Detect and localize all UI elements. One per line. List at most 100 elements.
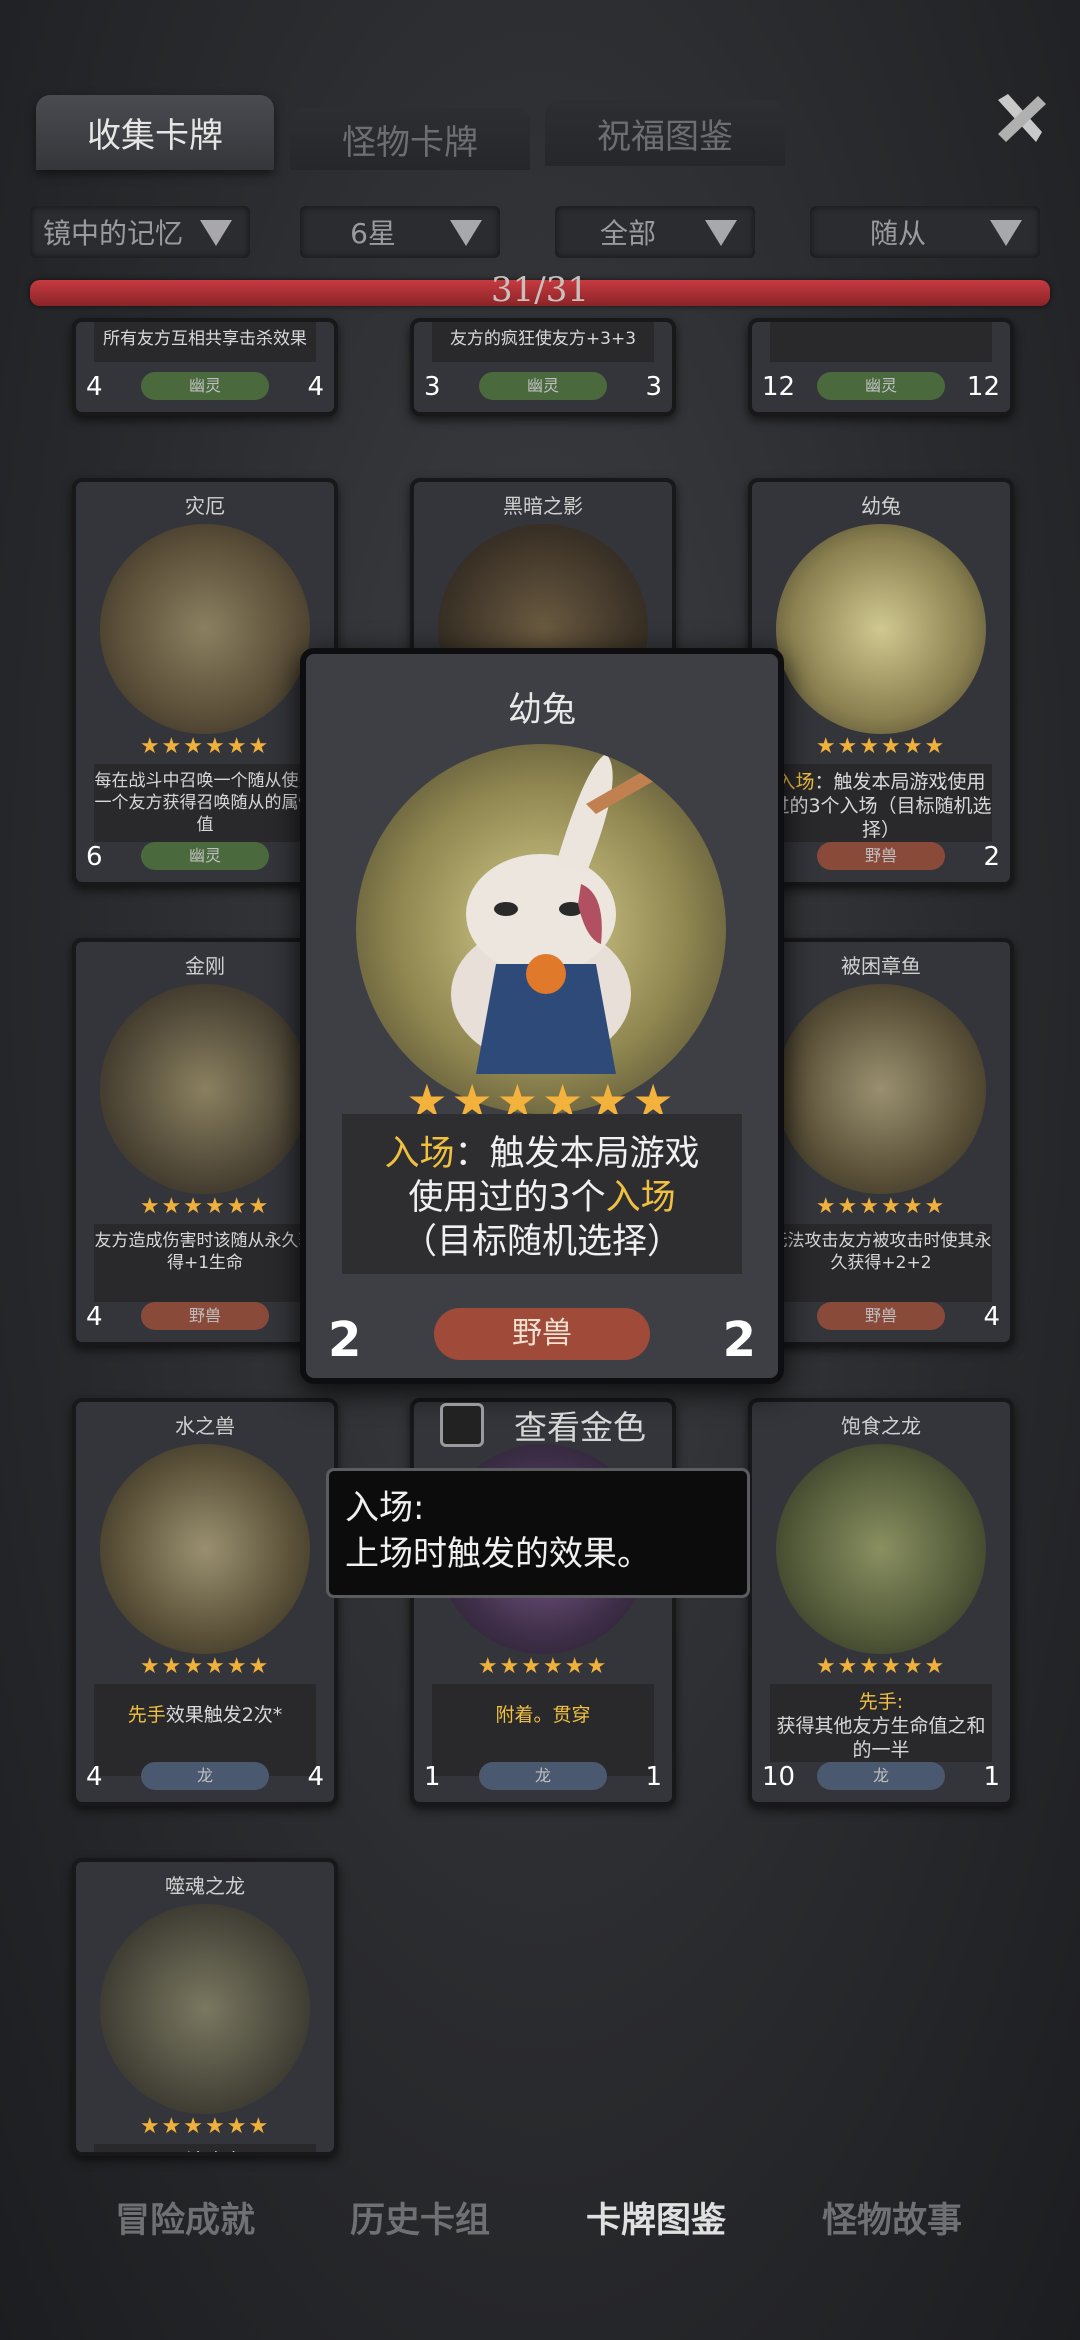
card-partial[interactable]: 12 幽灵 12 xyxy=(748,318,1014,416)
card-kingkong[interactable]: 金刚 ★★★★★★ 友方造成伤害时该随从永久获得+1生命 4 野兽 4 xyxy=(72,938,338,1346)
card-hp: 1 xyxy=(645,1762,662,1792)
tooltip-title: 入场: xyxy=(345,1488,425,1528)
filter-label: 镜中的记忆 xyxy=(42,217,183,250)
card-tribe: 龙 xyxy=(141,1762,269,1790)
card-hp: 1 xyxy=(983,1762,1000,1792)
card-art xyxy=(776,984,986,1194)
card-title: 噬魂之龙 xyxy=(165,1874,245,1898)
tab-label: 收集卡牌 xyxy=(87,116,223,156)
close-icon[interactable] xyxy=(990,88,1050,148)
featured-title: 幼兔 xyxy=(508,690,576,730)
featured-cost: 2 xyxy=(328,1312,362,1368)
tab-collect-cards[interactable]: 收集卡牌 xyxy=(36,95,274,170)
card-partial[interactable]: 友方的疯狂使友方+3+3 3 幽灵 3 xyxy=(410,318,676,416)
filter-label: 全部 xyxy=(599,217,656,250)
collection-progress-bar: 31/31 xyxy=(30,270,1050,310)
card-stars: ★★★★★★ xyxy=(815,1654,947,1679)
card-cost: 3 xyxy=(424,372,441,402)
card-desc-text: 获得其他友方生命值之和的一半 xyxy=(776,1715,986,1761)
tooltip-body: 上场时触发的效果。 xyxy=(345,1534,651,1574)
view-gold-toggle[interactable]: 查看金色 xyxy=(440,1400,680,1450)
card-stars: ★★★★★★ xyxy=(815,734,947,759)
featured-desc: 入场：触发本局游戏 使用过的3个入场 （目标随机选择） xyxy=(342,1114,742,1274)
card-stars: ★★★★★★ xyxy=(139,1654,271,1679)
card-water-beast[interactable]: 水之兽 ★★★★★★ 先手效果触发2次* 4 龙 4 xyxy=(72,1398,338,1806)
card-art xyxy=(100,1444,310,1654)
featured-desc-line: （目标随机选择） xyxy=(401,1222,682,1262)
filter-stars[interactable]: 6星 xyxy=(300,206,500,258)
card-desc: 友方的疯狂使友方+3+3 xyxy=(432,322,654,362)
card-art xyxy=(100,1904,310,2114)
card-hp: 4 xyxy=(307,372,324,402)
bottom-nav: 冒险成就 历史卡组 卡牌图鉴 怪物故事 xyxy=(0,2160,1080,2280)
featured-desc-line: 入场：触发本局游戏 xyxy=(342,1132,742,1176)
nav-adventure-achievements[interactable]: 冒险成就 xyxy=(115,2192,255,2243)
card-hp: 3 xyxy=(645,372,662,402)
featured-card[interactable]: 幼兔 ★★★★★★ 入场：触发本局游戏 使用过的3个入场 （目标随机选择） 2 … xyxy=(300,648,784,1384)
card-desc: 入场：触发本局游戏使用过的3个入场（目标随机选择） xyxy=(770,764,992,842)
card-young-rabbit[interactable]: 幼兔 ★★★★★★ 入场：触发本局游戏使用过的3个入场（目标随机选择） 2 野兽… xyxy=(748,478,1014,886)
card-stars: ★★★★★★ xyxy=(139,1194,271,1219)
card-tribe: 幽灵 xyxy=(141,842,269,870)
tab-monster-cards[interactable]: 怪物卡牌 xyxy=(290,108,530,170)
card-title: 水之兽 xyxy=(175,1414,235,1438)
tab-blessing-gallery[interactable]: 祝福图鉴 xyxy=(545,100,785,166)
keyword-tooltip: 入场: 上场时触发的效果。 xyxy=(326,1468,750,1598)
rabbit-illustration xyxy=(451,754,666,1074)
keyword: 先手 xyxy=(127,1704,166,1726)
filter-collection[interactable]: 镜中的记忆 xyxy=(30,206,250,258)
card-title: 被困章鱼 xyxy=(841,954,921,978)
desc-text: 使用过的3个 xyxy=(408,1178,606,1218)
card-desc: 无法攻击友方被攻击时使其永久获得+2+2 xyxy=(770,1224,992,1302)
filter-type[interactable]: 随从 xyxy=(810,206,1040,258)
checkbox[interactable] xyxy=(440,1403,484,1447)
card-title: 饱食之龙 xyxy=(841,1414,921,1438)
card-desc: 每在战斗中召唤一个随从使另一个友方获得召唤随从的属性值 xyxy=(94,764,316,842)
keyword: 入场 xyxy=(605,1178,676,1218)
card-stars: ★★★★★★ xyxy=(139,2114,271,2139)
card-trapped-octopus[interactable]: 被困章鱼 ★★★★★★ 无法攻击友方被攻击时使其永久获得+2+2 4 野兽 4 xyxy=(748,938,1014,1346)
card-desc-text: 效果触发2次* xyxy=(165,1704,283,1726)
progress-text: 31/31 xyxy=(491,270,589,310)
keyword: 入场 xyxy=(384,1134,455,1174)
card-stars: ★★★★★★ xyxy=(477,1654,609,1679)
card-soul-dragon[interactable]: 噬魂之龙 ★★★★★★ 无法攻击 xyxy=(72,1858,338,2156)
card-art xyxy=(776,524,986,734)
tab-label: 怪物卡牌 xyxy=(342,122,478,163)
nav-card-gallery[interactable]: 卡牌图鉴 xyxy=(586,2192,726,2243)
card-cost: 4 xyxy=(86,1762,103,1792)
nav-history-decks[interactable]: 历史卡组 xyxy=(350,2192,490,2243)
card-dragon-attached[interactable]: ★★★★★★ 附着。贯穿 1 龙 1 xyxy=(410,1398,676,1806)
card-title: 灾厄 xyxy=(185,494,225,518)
nav-monster-stories[interactable]: 怪物故事 xyxy=(822,2192,962,2243)
card-disaster[interactable]: 灾厄 ★★★★★★ 每在战斗中召唤一个随从使另一个友方获得召唤随从的属性值 6 … xyxy=(72,478,338,886)
card-tribe: 野兽 xyxy=(141,1302,269,1330)
chevron-down-icon xyxy=(200,220,232,246)
card-hp: 4 xyxy=(307,1762,324,1792)
card-desc: 友方造成伤害时该随从永久获得+1生命 xyxy=(94,1224,316,1302)
view-gold-label: 查看金色 xyxy=(514,1408,646,1447)
card-art xyxy=(100,984,310,1194)
card-hp: 4 xyxy=(983,1302,1000,1332)
featured-hp: 2 xyxy=(722,1312,756,1368)
card-partial[interactable]: 所有友方互相共享击杀效果 4 幽灵 4 xyxy=(72,318,338,416)
card-glutton-dragon[interactable]: 饱食之龙 ★★★★★★ 先手: 获得其他友方生命值之和的一半 10 龙 1 xyxy=(748,1398,1014,1806)
card-tribe: 龙 xyxy=(817,1762,945,1790)
filter-tribe[interactable]: 全部 xyxy=(555,206,755,258)
card-tribe: 龙 xyxy=(479,1762,607,1790)
card-desc: 无法攻击 xyxy=(94,2144,316,2152)
card-tribe: 野兽 xyxy=(817,842,945,870)
card-stars: ★★★★★★ xyxy=(139,734,271,759)
featured-art xyxy=(356,744,726,1114)
filter-label: 随从 xyxy=(869,217,926,250)
card-cost: 1 xyxy=(424,1762,441,1792)
chevron-down-icon xyxy=(990,220,1022,246)
card-desc xyxy=(770,322,992,362)
chevron-down-icon xyxy=(705,220,737,246)
card-stars: ★★★★★★ xyxy=(815,1194,947,1219)
card-title: 幼兔 xyxy=(861,494,901,518)
card-tribe: 幽灵 xyxy=(141,372,269,400)
card-title: 金刚 xyxy=(185,954,225,978)
card-desc: 所有友方互相共享击杀效果 xyxy=(94,322,316,362)
featured-desc-line: 使用过的3个入场 xyxy=(342,1176,742,1220)
